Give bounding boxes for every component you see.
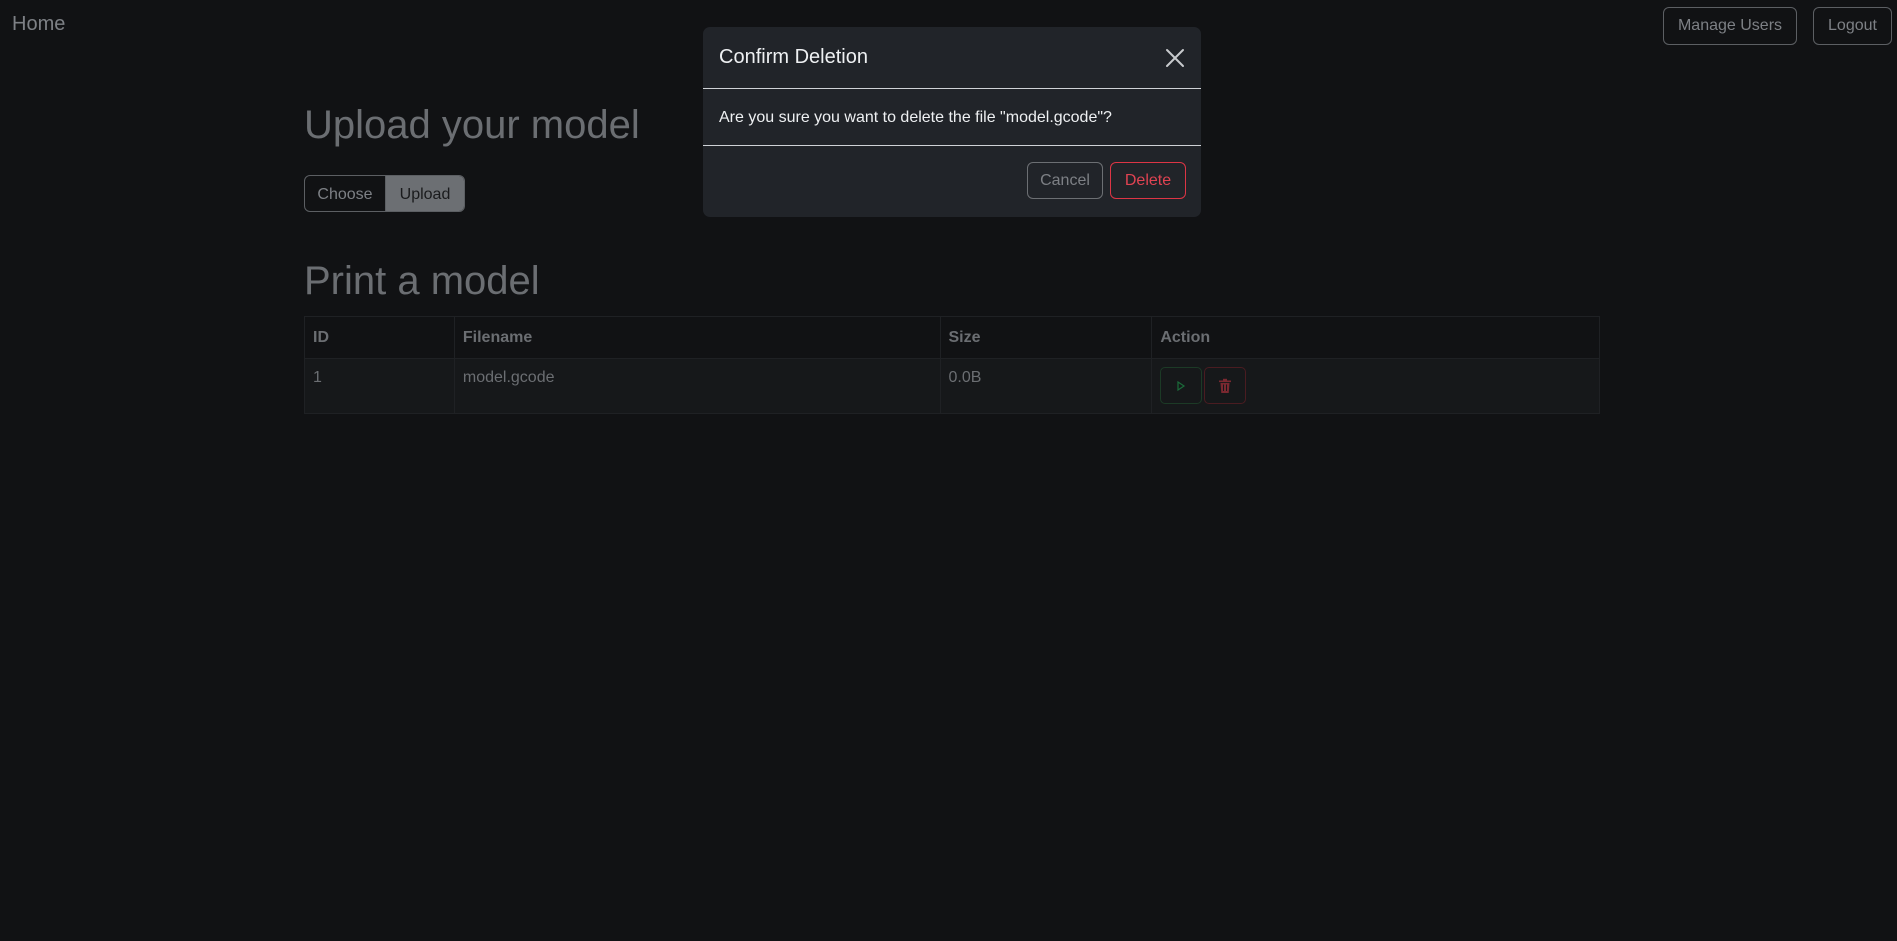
trash-icon (1219, 378, 1232, 393)
print-title: Print a model (304, 259, 540, 303)
modal-footer: Cancel Delete (703, 146, 1201, 216)
modal-header: Confirm Deletion (703, 27, 1201, 89)
delete-button[interactable] (1204, 367, 1247, 404)
logout-button[interactable]: Logout (1813, 7, 1892, 45)
print-button[interactable] (1160, 367, 1203, 404)
column-header-filename: Filename (453, 316, 941, 359)
column-header-id: ID (304, 316, 455, 359)
upload-form: Choose Upload (304, 175, 465, 212)
files-table: ID Filename Size Action 1 model.gcode 0.… (304, 316, 1600, 414)
column-header-action: Action (1151, 316, 1600, 359)
cell-id: 1 (304, 358, 455, 414)
choose-file-button[interactable]: Choose (305, 176, 386, 211)
upload-button[interactable]: Upload (386, 176, 464, 211)
manage-users-button[interactable]: Manage Users (1663, 7, 1797, 45)
confirm-delete-button[interactable]: Delete (1110, 162, 1186, 199)
modal-message: Are you sure you want to delete the file… (719, 109, 1112, 126)
table-row: 1 model.gcode 0.0B (304, 358, 1600, 414)
column-header-size: Size (939, 316, 1153, 359)
table-header-row: ID Filename Size Action (304, 316, 1600, 359)
play-icon (1177, 380, 1186, 391)
cell-actions (1151, 358, 1600, 414)
confirm-deletion-modal: Confirm Deletion Are you sure you want t… (703, 27, 1201, 217)
modal-body: Are you sure you want to delete the file… (703, 89, 1201, 146)
cell-filename: model.gcode (453, 358, 941, 414)
cancel-button[interactable]: Cancel (1027, 162, 1103, 199)
upload-title: Upload your model (304, 103, 640, 147)
home-link[interactable]: Home (12, 13, 65, 36)
cell-size: 0.0B (939, 358, 1153, 414)
modal-title: Confirm Deletion (719, 46, 868, 68)
close-icon[interactable] (1164, 47, 1186, 69)
